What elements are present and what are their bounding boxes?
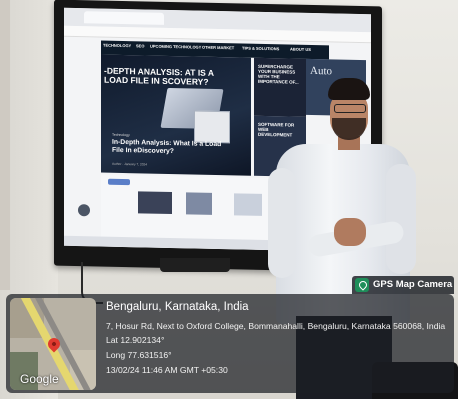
hair (328, 78, 370, 100)
article-thumbnail (138, 191, 172, 215)
browser-tab (84, 11, 164, 25)
article-thumbnail (234, 193, 262, 216)
side-story-title: Auto (310, 64, 332, 78)
right-arm (386, 164, 416, 274)
gps-app-name: GPS Map Camera (373, 279, 453, 290)
map-attribution: Google (20, 372, 59, 386)
gps-app-badge: GPS Map Camera (352, 276, 454, 294)
address-line: 7, Hosur Rd, Next to Oxford College, Bom… (106, 321, 446, 331)
timestamp: 13/02/24 11:46 AM GMT +05:30 (106, 365, 228, 375)
photo-scene: TECHNOLOGY SEO UPCOMING TECHNOLOGY OTHER… (0, 0, 458, 399)
document-illustration (194, 110, 230, 144)
longitude: Long 77.631516° (106, 350, 172, 360)
article-title: In-Depth Analysis: What Is a Load File I… (112, 138, 222, 156)
hero-headline: -DEPTH ANALYSIS: AT IS A LOAD FILE IN SC… (104, 65, 214, 87)
nav-item: UPCOMING TECHNOLOGY (150, 43, 202, 50)
article-meta: Author · January 7, 2024 (112, 161, 148, 167)
section-button (108, 178, 130, 186)
location-title: Bengaluru, Karnataka, India (106, 301, 249, 313)
nav-item: TECHNOLOGY (103, 42, 132, 49)
pen-tool-icon (78, 204, 90, 217)
map-pin-icon (355, 278, 369, 292)
nav-item: SEO (136, 43, 145, 49)
category-tag: Technology (112, 132, 130, 138)
tv-stand (160, 258, 230, 272)
glasses (334, 104, 366, 113)
clasped-hands (334, 218, 366, 246)
latitude: Lat 12.902134° (106, 335, 165, 345)
door-frame (0, 0, 10, 290)
nav-item: ABOUT US (290, 46, 311, 52)
nav-item: OTHER MARKET (202, 44, 235, 51)
article-thumbnail (186, 192, 212, 215)
left-arm (268, 168, 296, 278)
nav-item: TIPS & SOLUTIONS (242, 45, 280, 52)
